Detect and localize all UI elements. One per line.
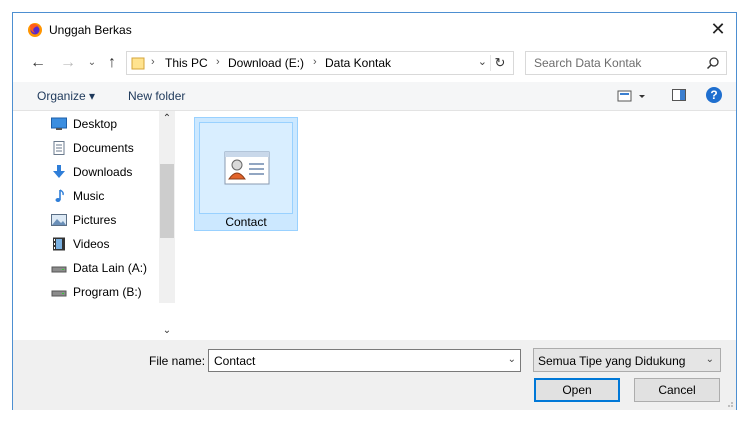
- address-dropdown-icon[interactable]: ⌄: [478, 55, 487, 68]
- sidebar-item-pictures[interactable]: Pictures: [49, 210, 159, 230]
- folder-icon: [131, 57, 145, 70]
- file-type-select[interactable]: Semua Tipe yang Didukung ⌄: [533, 348, 721, 372]
- breadcrumb-download-drive[interactable]: Download (E:): [228, 56, 304, 70]
- music-icon: [55, 189, 64, 202]
- bottom-bar: File name: Contact ⌄ Semua Tipe yang Did…: [13, 340, 736, 410]
- drive-icon: [51, 266, 67, 273]
- file-thumbnail: [199, 122, 293, 214]
- scroll-down-icon[interactable]: ⌄: [159, 325, 175, 339]
- scroll-thumb[interactable]: [160, 164, 174, 238]
- contact-file-icon: [224, 151, 270, 185]
- help-button[interactable]: ?: [706, 87, 722, 103]
- desktop-icon: [51, 117, 67, 130]
- sidebar-item-videos[interactable]: Videos: [49, 234, 159, 254]
- address-bar[interactable]: › This PC › Download (E:) › Data Kontak …: [126, 51, 514, 75]
- address-row: ← → ⌄ ↑ › This PC › Download (E:) › Data…: [13, 50, 736, 78]
- sidebar-item-label: Music: [73, 189, 105, 203]
- sidebar-item-label: Pictures: [73, 213, 117, 227]
- sidebar-item-label: Videos: [73, 237, 110, 251]
- sidebar-item-downloads[interactable]: Downloads: [49, 162, 159, 182]
- downloads-icon: [53, 165, 65, 178]
- cancel-button[interactable]: Cancel: [634, 378, 720, 402]
- sidebar-item-desktop[interactable]: Desktop: [49, 114, 159, 134]
- file-item-contact[interactable]: Contact: [194, 117, 298, 231]
- forward-button[interactable]: →: [59, 54, 77, 72]
- sidebar-item-label: Downloads: [73, 165, 133, 179]
- file-type-value: Semua Tipe yang Didukung: [538, 354, 686, 368]
- videos-icon: [53, 237, 65, 251]
- change-view-icon[interactable]: [617, 88, 647, 104]
- file-name-input[interactable]: Contact ⌄: [208, 349, 521, 372]
- close-button[interactable]: ✕: [708, 19, 728, 39]
- sidebar-item-data-lain[interactable]: Data Lain (A:): [49, 258, 159, 278]
- recent-locations-button[interactable]: ⌄: [83, 54, 101, 72]
- open-button[interactable]: Open: [534, 378, 620, 402]
- file-type-dropdown-icon: ⌄: [705, 354, 714, 365]
- search-input[interactable]: Search Data Kontak: [525, 51, 727, 75]
- drive-icon: [51, 290, 67, 297]
- sidebar-item-label: Desktop: [73, 117, 118, 131]
- navigation-scrollbar[interactable]: ⌃: [159, 111, 175, 303]
- back-button[interactable]: ←: [29, 54, 47, 72]
- sidebar-item-program[interactable]: Program (B:): [49, 282, 159, 302]
- firefox-icon: [28, 23, 42, 37]
- documents-icon: [53, 141, 65, 155]
- title-bar: Unggah Berkas ✕: [13, 13, 736, 47]
- breadcrumb-separator: ›: [151, 56, 155, 68]
- resize-grip-icon[interactable]: [724, 398, 734, 408]
- file-name-label-text: File name:: [149, 354, 206, 368]
- search-placeholder: Search Data Kontak: [534, 56, 642, 70]
- sidebar-item-label: Program (B:): [73, 285, 142, 299]
- file-name-value: Contact: [214, 354, 256, 368]
- breadcrumb-this-pc[interactable]: This PC: [165, 56, 208, 70]
- pictures-icon: [51, 214, 67, 226]
- command-bar: Organize ▾ New folder ?: [13, 82, 736, 111]
- refresh-button[interactable]: ↻: [490, 55, 509, 71]
- preview-pane-icon[interactable]: [672, 89, 686, 101]
- file-list: Contact: [185, 111, 735, 341]
- scroll-up-icon[interactable]: ⌃: [159, 113, 175, 125]
- sidebar-item-label: Documents: [73, 141, 134, 155]
- sidebar-item-documents[interactable]: Documents: [49, 138, 159, 158]
- file-name-dropdown-icon[interactable]: ⌄: [508, 354, 516, 365]
- new-folder-button[interactable]: New folder: [128, 89, 185, 103]
- breadcrumb-separator: ›: [313, 56, 317, 68]
- sidebar-item-label: Data Lain (A:): [73, 261, 148, 275]
- sidebar-item-music[interactable]: Music: [49, 186, 159, 206]
- window-title: Unggah Berkas: [49, 23, 132, 37]
- breadcrumb-separator: ›: [216, 56, 220, 68]
- file-name-label: Contact: [225, 215, 267, 229]
- search-icon: [706, 57, 719, 70]
- navigation-pane: Desktop Documents Downloads Music Pictur…: [13, 111, 175, 303]
- up-button[interactable]: ↑: [103, 54, 121, 72]
- breadcrumb-data-kontak[interactable]: Data Kontak: [325, 56, 391, 70]
- upload-dialog: Unggah Berkas ✕ ← → ⌄ ↑ › This PC › Down…: [12, 12, 737, 410]
- organize-button[interactable]: Organize ▾: [37, 89, 95, 103]
